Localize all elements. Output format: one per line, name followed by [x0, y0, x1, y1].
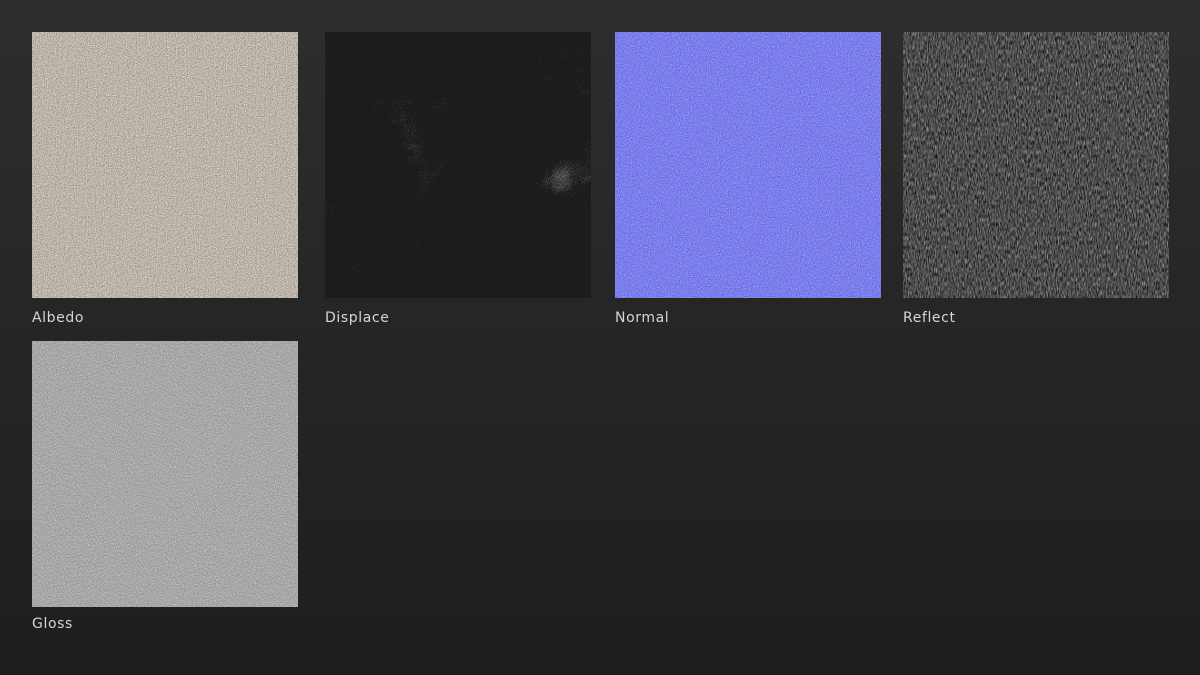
normal-map-texture-swatch[interactable]: [615, 32, 881, 298]
texture-label-reflect: Reflect: [903, 310, 956, 326]
reflection-texture-swatch[interactable]: [903, 32, 1169, 298]
displacement-texture-swatch[interactable]: [325, 32, 591, 298]
texture-label-albedo: Albedo: [32, 310, 85, 326]
texture-label-gloss: Gloss: [32, 616, 73, 632]
texture-label-displace: Displace: [325, 310, 390, 326]
albedo-texture-swatch[interactable]: [32, 32, 298, 298]
texture-label-normal: Normal: [615, 310, 670, 326]
texture-map-grid: Albedo Displace Normal Reflect Gloss: [0, 0, 1200, 675]
gloss-texture-swatch[interactable]: [32, 341, 298, 607]
